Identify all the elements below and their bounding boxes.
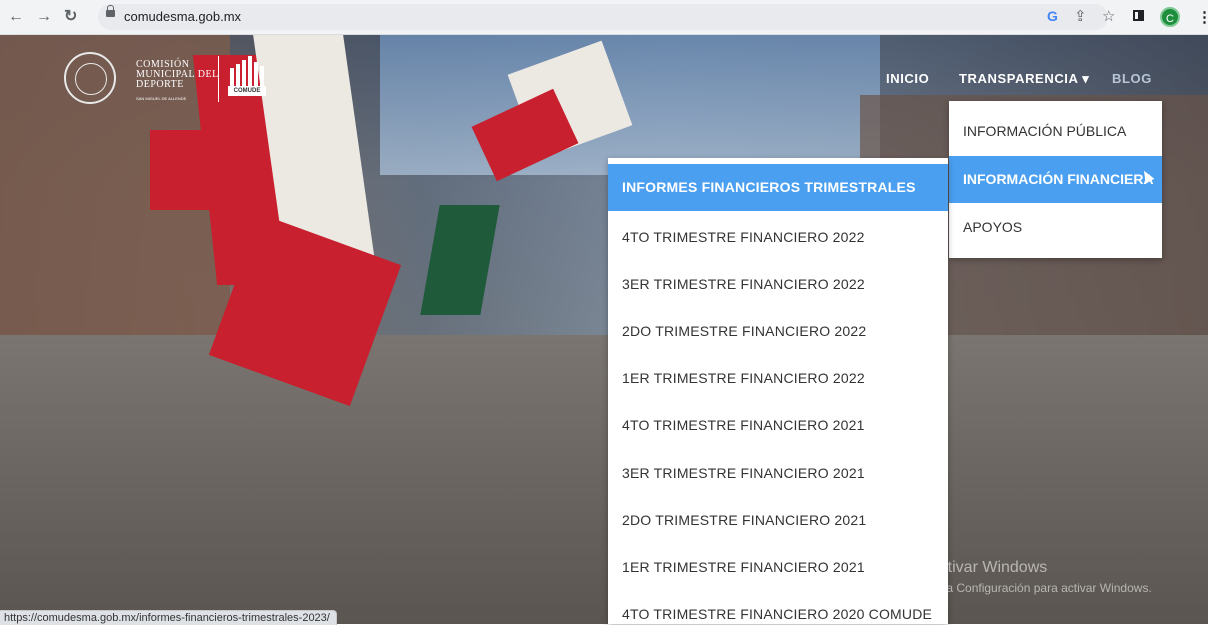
side-panel-icon[interactable] <box>1133 10 1144 21</box>
profile-avatar[interactable]: C <box>1160 7 1180 27</box>
share-icon[interactable]: ⇪ <box>1074 8 1087 26</box>
logo-divider <box>218 56 219 102</box>
submenu-item-1er-2021[interactable]: 1ER TRIMESTRE FINANCIERO 2021 <box>608 544 948 590</box>
bookmark-star-icon[interactable]: ☆ <box>1102 8 1115 26</box>
submenu-item-3er-2022[interactable]: 3ER TRIMESTRE FINANCIERO 2022 <box>608 261 948 307</box>
lock-icon[interactable] <box>106 5 115 17</box>
financiera-submenu: INFORMES FINANCIEROS TRIMESTRALES 2023 4… <box>608 158 948 624</box>
submenu-item-1er-2022[interactable]: 1ER TRIMESTRE FINANCIERO 2022 <box>608 355 948 401</box>
back-arrow-icon[interactable]: ← <box>8 8 24 26</box>
windows-activation-subtitle: Ve a Configuración para activar Windows. <box>929 581 1152 595</box>
submenu-item-2do-2022[interactable]: 2DO TRIMESTRE FINANCIERO 2022 <box>608 308 948 354</box>
submenu-item-4to-2021[interactable]: 4TO TRIMESTRE FINANCIERO 2021 <box>608 402 948 448</box>
windows-activation-title: Activar Windows <box>929 559 1048 576</box>
nav-blog[interactable]: BLOG <box>1112 71 1152 86</box>
menu-apoyos[interactable]: APOYOS <box>949 205 1162 249</box>
browser-menu-icon[interactable]: ⋮ <box>1197 8 1208 26</box>
submenu-item-2do-2021[interactable]: 2DO TRIMESTRE FINANCIERO 2021 <box>608 497 948 543</box>
submenu-item-informes-2023[interactable]: INFORMES FINANCIEROS TRIMESTRALES 2023 <box>608 164 948 242</box>
browser-toolbar: ← → ↻ comudesma.gob.mx G ⇪ ☆ C ⋮ <box>0 0 1208 35</box>
url-text[interactable]: comudesma.gob.mx <box>124 9 241 24</box>
nav-transparencia[interactable]: TRANSPARENCIA ▾ <box>959 71 1089 87</box>
menu-informacion-publica[interactable]: INFORMACIÓN PÚBLICA <box>949 109 1162 153</box>
comude-brand-label: COMUDE <box>228 86 266 96</box>
logo-subline: SAN MIGUEL DE ALLENDE <box>136 96 187 101</box>
menu-informacion-financiera[interactable]: INFORMACIÓN FINANCIERA <box>949 156 1162 203</box>
flag-green-stripe <box>420 205 500 315</box>
comude-logo-icon[interactable] <box>228 56 266 86</box>
logo-line3: DEPORTE <box>136 79 184 90</box>
flag-red-left <box>150 130 210 210</box>
forward-arrow-icon[interactable]: → <box>36 8 52 26</box>
submenu-item-4to-2020[interactable]: 4TO TRIMESTRE FINANCIERO 2020 COMUDE <box>608 591 948 624</box>
transparencia-dropdown: INFORMACIÓN PÚBLICA INFORMACIÓN FINANCIE… <box>949 101 1162 258</box>
status-bar-url: https://comudesma.gob.mx/informes-financ… <box>0 610 337 625</box>
mexico-seal-logo[interactable] <box>64 52 116 104</box>
submenu-item-3er-2021[interactable]: 3ER TRIMESTRE FINANCIERO 2021 <box>608 450 948 496</box>
address-bar[interactable] <box>98 4 1108 30</box>
reload-icon[interactable]: ↻ <box>64 8 77 26</box>
submenu-item-4to-2022[interactable]: 4TO TRIMESTRE FINANCIERO 2022 <box>608 214 948 260</box>
comision-logo-text[interactable]: COMISIÓN MUNICIPAL DEL DEPORTE <box>136 60 219 90</box>
google-lens-icon[interactable]: G <box>1047 8 1058 24</box>
nav-inicio[interactable]: INICIO <box>886 71 929 86</box>
sky <box>380 35 880 175</box>
